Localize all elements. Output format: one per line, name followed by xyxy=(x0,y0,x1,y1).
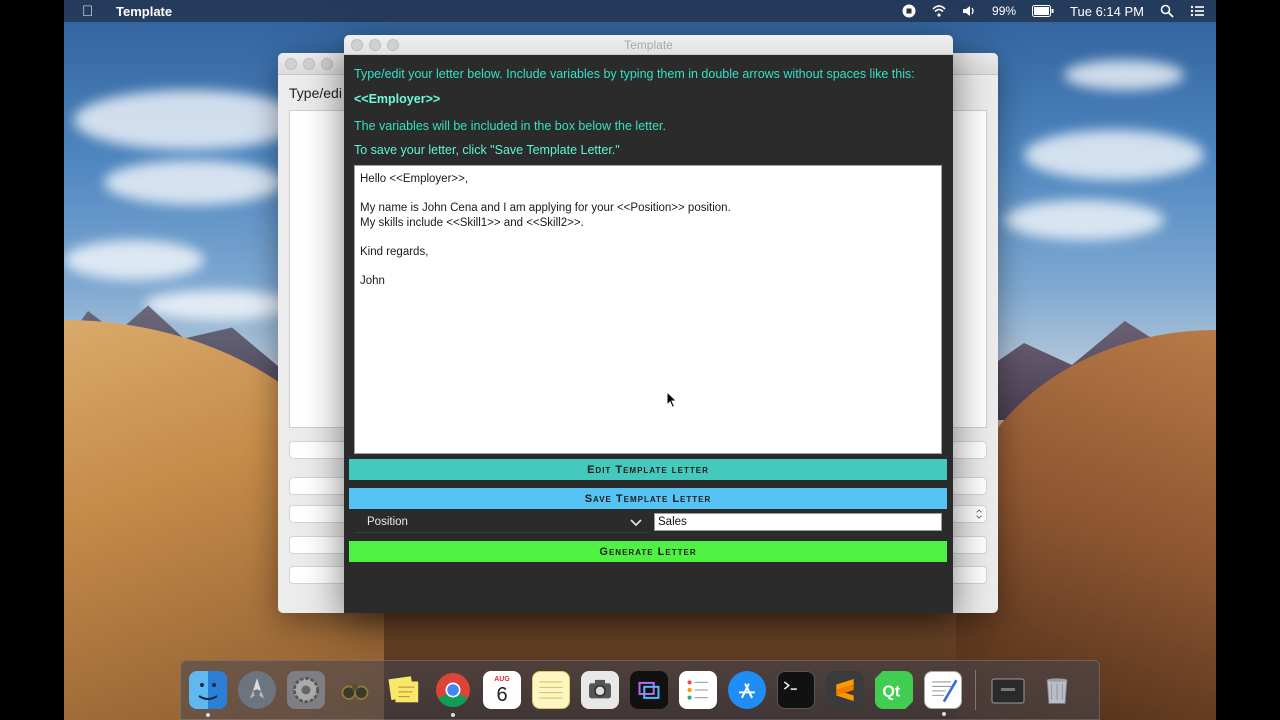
minimize-window-icon[interactable] xyxy=(303,58,315,70)
chevron-down-icon xyxy=(630,519,642,527)
letter-text-area[interactable]: Hello <<Employer>>, My name is John Cena… xyxy=(354,165,942,454)
menu-bar-app-name[interactable]: Template xyxy=(116,4,172,19)
close-window-icon[interactable] xyxy=(351,39,363,51)
chrome-icon[interactable] xyxy=(434,671,472,717)
variable-select[interactable]: Position xyxy=(355,512,649,533)
window-titlebar[interactable]: Template xyxy=(344,35,953,55)
running-indicator xyxy=(942,712,946,716)
wifi-icon[interactable] xyxy=(932,4,946,18)
background-button[interactable] xyxy=(289,536,349,554)
zoom-window-icon[interactable] xyxy=(321,58,333,70)
running-indicator xyxy=(892,713,896,717)
terminal-icon[interactable] xyxy=(777,671,815,709)
letter-line: Kind regards, xyxy=(360,245,429,258)
notification-center-icon[interactable] xyxy=(1190,4,1204,18)
spotlight-search-icon[interactable] xyxy=(1160,4,1174,18)
screen-record-icon[interactable] xyxy=(902,4,916,18)
variable-select-value: Position xyxy=(367,516,408,528)
background-window-label: Type/edi xyxy=(289,85,342,101)
generate-letter-button[interactable]: Generate Letter xyxy=(349,541,947,562)
background-button[interactable] xyxy=(951,536,987,554)
clock[interactable]: Tue 6:14 PM xyxy=(1070,4,1144,19)
svg-text:Qt: Qt xyxy=(882,682,901,700)
system-preferences-icon[interactable] xyxy=(287,671,325,709)
menu-bar:  Template 99% Tue 6:14 PM xyxy=(64,0,1216,22)
binoculars-icon[interactable] xyxy=(336,671,374,709)
background-button[interactable] xyxy=(951,477,987,495)
letter-line xyxy=(360,187,936,202)
calendar-month: AUG xyxy=(494,675,510,683)
volume-icon[interactable] xyxy=(962,4,976,18)
apple-menu-icon[interactable]:  xyxy=(82,3,104,20)
stepper-arrows-icon xyxy=(976,509,982,519)
notes-icon[interactable] xyxy=(532,671,570,709)
variable-value-input[interactable]: Sales xyxy=(654,513,942,531)
edit-template-letter-button[interactable]: Edit Template letter xyxy=(349,459,947,480)
background-button[interactable] xyxy=(289,477,349,495)
textedit-icon[interactable] xyxy=(924,671,962,716)
variable-example-text: <<Employer>> xyxy=(354,92,441,106)
background-text-area[interactable] xyxy=(289,110,349,428)
dock: AUG 6 Qt xyxy=(180,660,1100,720)
app-store-icon[interactable] xyxy=(728,671,766,709)
letter-line: My name is John Cena and I am applying f… xyxy=(360,202,731,214)
dock-separator xyxy=(975,670,976,710)
sublime-text-icon[interactable] xyxy=(826,671,864,709)
calendar-icon[interactable]: AUG 6 xyxy=(483,671,521,709)
save-info-text: To save your letter, click "Save Templat… xyxy=(354,143,620,157)
letter-line xyxy=(360,259,936,274)
background-button[interactable] xyxy=(289,566,349,584)
mouse-pointer-icon xyxy=(666,391,678,409)
reminders-icon[interactable] xyxy=(679,671,717,709)
save-template-letter-button[interactable]: Save Template Letter xyxy=(349,488,947,509)
calendar-day: 6 xyxy=(496,683,508,706)
letter-line: Hello <<Employer>>, xyxy=(360,173,469,185)
zoom-window-icon[interactable] xyxy=(387,39,399,51)
screen:  Template 99% Tue 6:14 PM Type/edi xyxy=(0,0,1280,720)
background-select[interactable] xyxy=(289,505,349,523)
letter-line: John xyxy=(360,274,385,287)
background-button[interactable] xyxy=(289,441,349,459)
variable-info-text: The variables will be included in the bo… xyxy=(354,119,666,133)
battery-percent[interactable]: 99% xyxy=(992,4,1016,18)
trash-icon[interactable] xyxy=(1038,671,1076,709)
minimize-window-icon[interactable] xyxy=(369,39,381,51)
window-title: Template xyxy=(624,38,673,52)
running-indicator xyxy=(206,713,210,717)
background-button[interactable] xyxy=(951,566,987,584)
battery-icon[interactable] xyxy=(1032,5,1054,17)
finder-icon[interactable] xyxy=(189,671,227,717)
launchpad-icon[interactable] xyxy=(238,671,276,709)
letter-line xyxy=(360,230,936,245)
template-window[interactable]: Template Type/edit your letter below. In… xyxy=(344,35,953,613)
instruction-text: Type/edit your letter below. Include var… xyxy=(354,67,915,81)
background-select-stepper[interactable] xyxy=(951,505,987,523)
archive-icon[interactable] xyxy=(989,671,1027,709)
running-indicator xyxy=(451,713,455,717)
background-button[interactable] xyxy=(951,441,987,459)
close-window-icon[interactable] xyxy=(285,58,297,70)
screen-recorder-icon[interactable] xyxy=(630,671,668,709)
screenshot-icon[interactable] xyxy=(581,671,619,709)
qt-creator-icon[interactable]: Qt xyxy=(875,671,913,709)
background-text-area-right[interactable] xyxy=(951,110,987,428)
letter-line: My skills include <<Skill1>> and <<Skill… xyxy=(360,216,584,229)
stickies-icon[interactable] xyxy=(385,671,423,709)
